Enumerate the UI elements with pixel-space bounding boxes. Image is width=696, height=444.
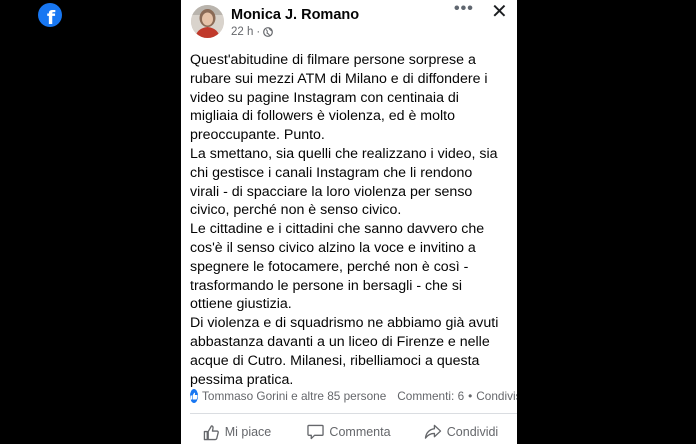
post-body-line: acque di Cutro. Milanesi, ribelliamoci a… xyxy=(190,352,480,369)
post-meta: 22 h · xyxy=(231,26,274,38)
post-body-line: pessima pratica. xyxy=(190,371,294,388)
comment-button[interactable]: Commenta xyxy=(293,420,405,444)
shares-count[interactable]: Condivisioni xyxy=(476,389,517,403)
post-body-line: cos'è il senso civico alzino la voce e i… xyxy=(190,239,476,256)
post-body-line: video su pagine Instagram con centinaia … xyxy=(190,89,459,106)
post-body-line: Le cittadine e i cittadini che sanno dav… xyxy=(190,221,485,238)
post-time[interactable]: 22 h xyxy=(231,26,253,38)
post-body-line: spegnere le fotocamere, perché non è cos… xyxy=(190,258,469,275)
comment-label: Commenta xyxy=(329,425,391,439)
post-body-line: migliaia di followers è violenza, ed è m… xyxy=(190,108,455,125)
thumbs-up-icon xyxy=(203,424,219,440)
post-body-line: trasformando le persone in bersagli - ch… xyxy=(190,277,463,294)
post-body-line: virali - di spacciare la loro violenza p… xyxy=(190,183,473,200)
close-icon[interactable]: ✕ xyxy=(491,1,508,21)
meta-separator: · xyxy=(256,26,261,38)
post-actions: Mi piace Commenta Condividi xyxy=(181,420,517,444)
post-author[interactable]: Monica J. Romano xyxy=(231,7,359,23)
reactions-bar: Tommaso Gorini e altre 85 persone Commen… xyxy=(190,388,517,404)
like-label: Mi piace xyxy=(224,425,272,439)
divider xyxy=(190,413,517,414)
share-button[interactable]: Condividi xyxy=(405,420,517,444)
post-body-line: ottiene giustizia. xyxy=(190,296,292,313)
post-body-line: civico, perché non è senso civico. xyxy=(190,202,402,219)
post-body-line: rubare sui mezzi ATM di Milano e di diff… xyxy=(190,70,488,87)
comment-icon xyxy=(307,424,325,440)
globe-icon xyxy=(263,27,274,37)
facebook-post: Monica J. Romano 22 h · ••• ✕ Quest'abit… xyxy=(181,0,517,444)
reactions-count[interactable]: Tommaso Gorini e altre 85 persone xyxy=(202,389,386,403)
like-reaction-icon xyxy=(190,389,198,403)
comments-count[interactable]: Commenti: 6 xyxy=(397,389,464,403)
facebook-icon: f xyxy=(38,3,62,27)
avatar[interactable] xyxy=(191,5,224,38)
post-body-line: preoccupante. Punto. xyxy=(190,127,325,144)
post-body-line: chi gestisce i canali Instagram che li r… xyxy=(190,164,473,181)
post-body: Quest'abitudine di filmare persone sorpr… xyxy=(190,51,515,389)
post-body-line: La smettano, sia quelli che realizzano i… xyxy=(190,145,498,162)
post-body-line: Quest'abitudine di filmare persone sorpr… xyxy=(190,52,476,68)
like-button[interactable]: Mi piace xyxy=(181,420,293,444)
post-body-line: Di violenza e di squadrismo ne abbiamo g… xyxy=(190,315,499,332)
share-label: Condividi xyxy=(446,425,499,439)
share-icon xyxy=(424,424,441,439)
post-body-line: abbastanza davanti a un liceo di Firenze… xyxy=(190,333,490,350)
stats-separator: • xyxy=(468,389,473,403)
more-options-icon[interactable]: ••• xyxy=(454,0,474,18)
